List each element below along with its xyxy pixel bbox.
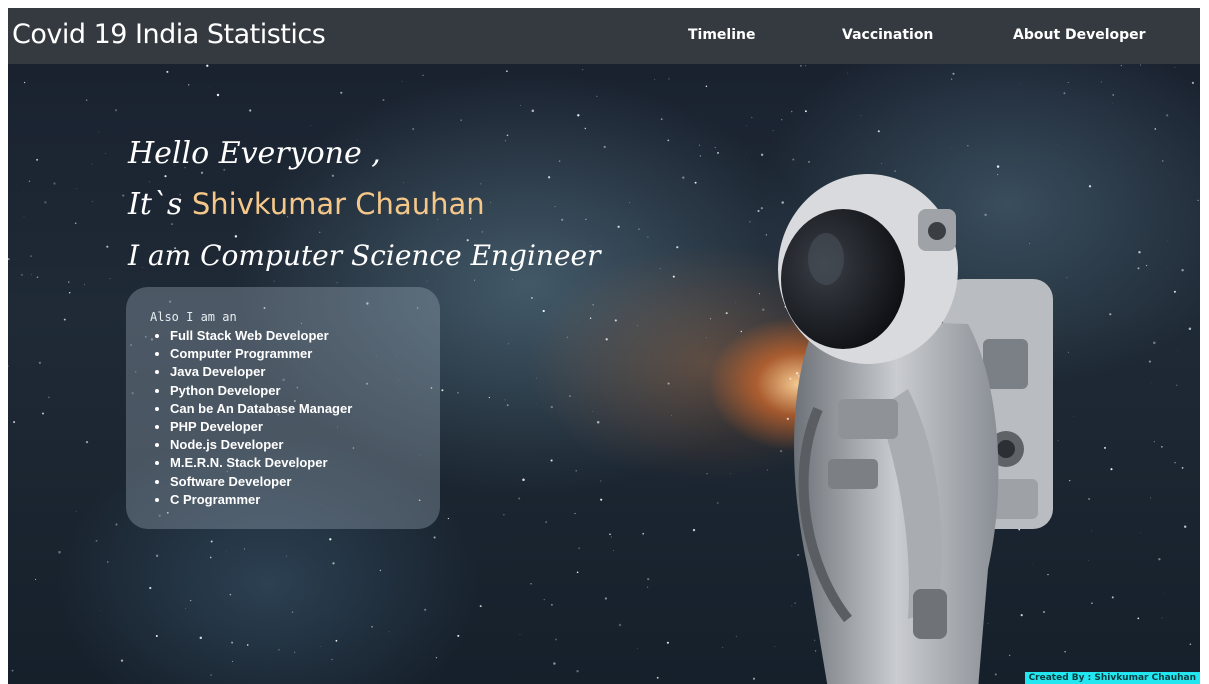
site-brand[interactable]: Covid 19 India Statistics bbox=[12, 19, 326, 50]
skills-card: Also I am an Full Stack Web Developer Co… bbox=[126, 287, 440, 529]
navbar: Covid 19 India Statistics Timeline Vacci… bbox=[8, 8, 1200, 64]
skill-item: Software Developer bbox=[170, 473, 352, 491]
page-scrollbar[interactable] bbox=[1200, 8, 1209, 684]
nav-link-about-developer[interactable]: About Developer bbox=[1013, 27, 1146, 43]
nav-link-vaccination[interactable]: Vaccination bbox=[842, 27, 933, 43]
page-frame: Covid 19 India Statistics Timeline Vacci… bbox=[8, 8, 1200, 684]
greeting-intro-prefix: It`s bbox=[128, 187, 183, 222]
skills-intro: Also I am an bbox=[150, 310, 237, 324]
skill-item: Java Developer bbox=[170, 363, 352, 381]
greeting-intro: It`s Shivkumar Chauhan bbox=[128, 187, 485, 222]
skill-item: PHP Developer bbox=[170, 418, 352, 436]
skill-item: Full Stack Web Developer bbox=[170, 327, 352, 345]
skill-item: M.E.R.N. Stack Developer bbox=[170, 454, 352, 472]
nav-link-timeline[interactable]: Timeline bbox=[688, 27, 756, 43]
astronaut-icon bbox=[778, 174, 1053, 684]
hero-section: Hello Everyone , It`s Shivkumar Chauhan … bbox=[8, 64, 1200, 684]
greeting-hello: Hello Everyone , bbox=[128, 136, 381, 171]
skills-list: Full Stack Web Developer Computer Progra… bbox=[146, 327, 352, 509]
developer-name: Shivkumar Chauhan bbox=[191, 187, 485, 221]
credit-badge: Created By : Shivkumar Chauhan bbox=[1024, 672, 1200, 684]
skill-item: Node.js Developer bbox=[170, 436, 352, 454]
skill-item: Computer Programmer bbox=[170, 345, 352, 363]
skill-item: C Programmer bbox=[170, 491, 352, 509]
skill-item: Python Developer bbox=[170, 382, 352, 400]
greeting-profession: I am Computer Science Engineer bbox=[128, 239, 601, 272]
skill-item: Can be An Database Manager bbox=[170, 400, 352, 418]
